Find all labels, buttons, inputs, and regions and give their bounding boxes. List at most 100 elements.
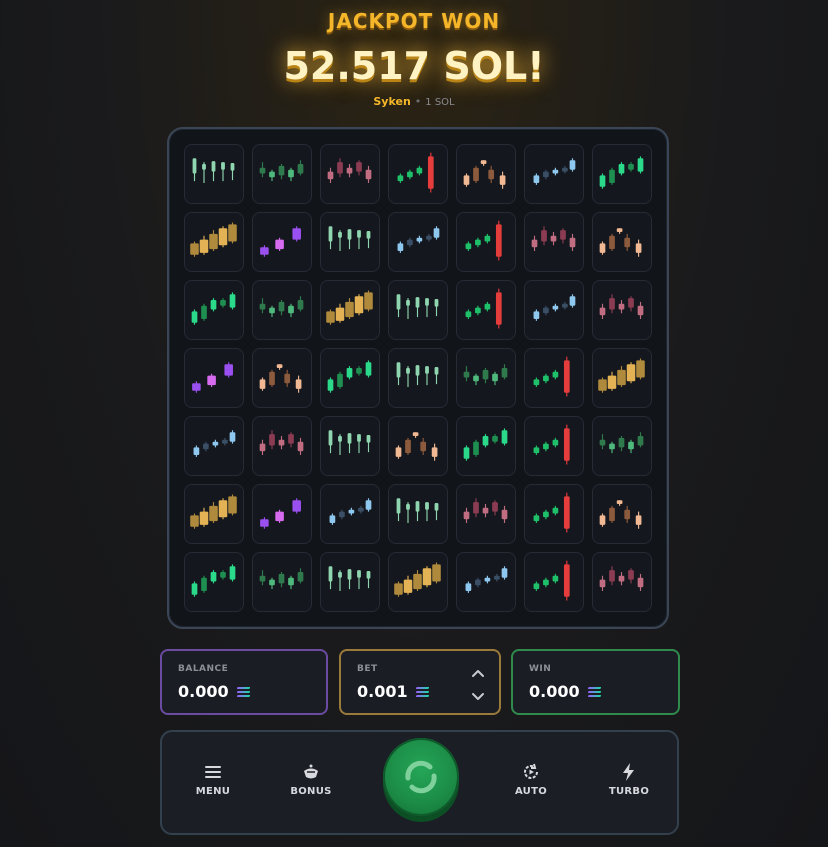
auto-button[interactable]: AUTO [496, 762, 566, 797]
board-cell [592, 212, 652, 272]
board-cell [524, 348, 584, 408]
board-cell [320, 348, 380, 408]
balance-label: BALANCE [178, 664, 229, 674]
peach-zigzag-candles-icon [259, 364, 302, 393]
sky-rise-candles-icon [533, 158, 576, 185]
green-rise-candles-icon [463, 428, 508, 461]
bet-decrease-icon[interactable] [471, 690, 485, 704]
mint-flat-candles-icon [328, 226, 371, 251]
jackpot-winner-line: Syken • 1 SOL [0, 95, 828, 108]
solana-icon [587, 687, 601, 698]
winner-name: Syken [373, 95, 411, 108]
board-cell [456, 280, 516, 340]
board-cell [320, 416, 380, 476]
jackpot-title: JACKPOT WON [327, 9, 501, 33]
board-cell [320, 144, 380, 204]
board-cell [592, 416, 652, 476]
board-cell [252, 144, 312, 204]
board-cell [388, 552, 448, 612]
bet-stepper [471, 666, 485, 706]
green-rise-candles-icon [191, 292, 236, 325]
green-hold-candles-icon [599, 432, 644, 454]
solana-icon [236, 687, 250, 698]
auto-label: AUTO [514, 786, 548, 797]
bonus-label: BONUS [290, 786, 332, 797]
menu-icon [205, 766, 221, 778]
board-cell [456, 552, 516, 612]
solana-icon [415, 687, 429, 698]
winner-bet: 1 SOL [425, 97, 455, 108]
balance-value-row: 0.000 [178, 682, 250, 701]
pink-hold-candles-icon [599, 566, 644, 591]
bet-value: 0.001 [357, 682, 408, 701]
board-cell [320, 484, 380, 544]
autoplay-icon [524, 763, 538, 779]
board-cell [592, 348, 652, 408]
board-cell [456, 348, 516, 408]
board-cell [184, 212, 244, 272]
board-cell [184, 416, 244, 476]
control-bar: MENU BONUS AUTO TURBO [160, 730, 679, 835]
board-cell [184, 552, 244, 612]
sky-rise-candles-icon [329, 498, 372, 525]
win-panel: WIN 0.000 [511, 649, 680, 715]
gold-rise-candles-icon [190, 222, 237, 257]
green-rise-candles-icon [191, 564, 236, 597]
board-cell [456, 484, 516, 544]
pink-hold-candles-icon [463, 498, 508, 523]
board-cell [388, 144, 448, 204]
mint-flat-candles-icon [396, 498, 439, 523]
red-spike-candles-icon [397, 152, 434, 193]
jackpot-amount: 52.517 SOL! [283, 44, 545, 88]
pink-hold-candles-icon [327, 158, 372, 183]
gold-rise-candles-icon [598, 358, 645, 393]
board-cell [388, 484, 448, 544]
sky-rise-candles-icon [193, 430, 236, 457]
pink-hold-candles-icon [259, 430, 304, 455]
sky-rise-candles-icon [397, 226, 440, 253]
board-cell [524, 416, 584, 476]
balance-panel: BALANCE 0.000 [160, 649, 328, 715]
bet-increase-icon[interactable] [471, 666, 485, 680]
green-rise-candles-icon [599, 156, 644, 189]
gold-rise-candles-icon [190, 494, 237, 529]
menu-button[interactable]: MENU [178, 762, 248, 797]
win-value: 0.000 [529, 682, 580, 701]
green-hold-candles-icon [259, 160, 304, 182]
turbo-button[interactable]: TURBO [594, 762, 664, 797]
green-hold-candles-icon [259, 296, 304, 318]
red-spike-candles-icon [533, 424, 570, 465]
bet-panel: BET 0.001 [339, 649, 501, 715]
win-label: WIN [529, 664, 552, 674]
red-spike-candles-icon [533, 356, 570, 397]
bet-value-row: 0.001 [357, 682, 429, 701]
board-cell [184, 144, 244, 204]
green-hold-candles-icon [259, 568, 304, 590]
red-spike-candles-icon [533, 492, 570, 533]
board-cell [320, 280, 380, 340]
peach-zigzag-candles-icon [599, 500, 642, 529]
red-spike-candles-icon [465, 220, 502, 261]
board-cell [252, 280, 312, 340]
mint-flat-candles-icon [192, 158, 235, 183]
board-cell [184, 348, 244, 408]
board-cell [252, 212, 312, 272]
mint-flat-candles-icon [396, 362, 439, 387]
bonus-button[interactable]: BONUS [276, 762, 346, 797]
board-cell [456, 416, 516, 476]
board-cell [524, 280, 584, 340]
green-hold-candles-icon [463, 364, 508, 386]
peach-zigzag-candles-icon [599, 228, 642, 257]
bet-label: BET [357, 664, 378, 674]
peach-zigzag-candles-icon [463, 160, 506, 189]
pink-hold-candles-icon [599, 294, 644, 319]
board-cell [524, 484, 584, 544]
purple-rise-candles-icon [260, 226, 301, 257]
board-cell [252, 484, 312, 544]
bonus-icon [304, 764, 318, 779]
board-cell [388, 416, 448, 476]
lightning-icon [623, 763, 634, 781]
board-cell [524, 144, 584, 204]
board-cell [592, 280, 652, 340]
spin-button[interactable] [383, 738, 459, 816]
